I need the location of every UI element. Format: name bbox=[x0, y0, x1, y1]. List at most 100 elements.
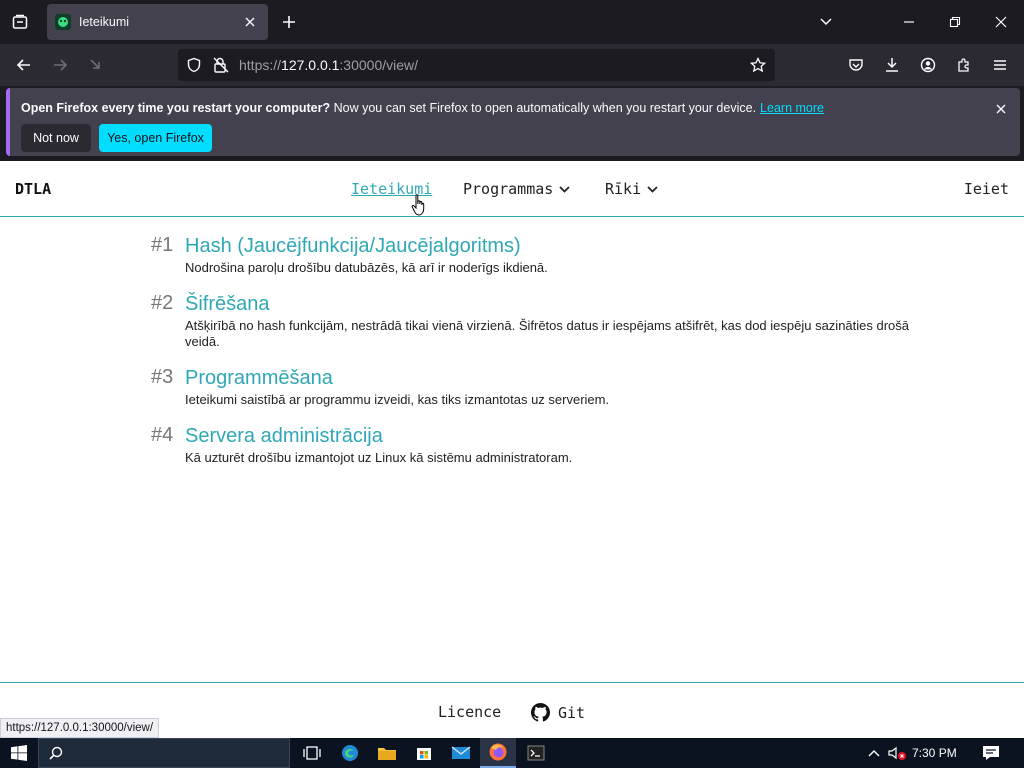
tabs-icon bbox=[12, 14, 28, 29]
hamburger-menu-icon bbox=[994, 60, 1006, 70]
learn-more-link[interactable]: Learn more bbox=[760, 101, 824, 115]
tab-active[interactable]: Ieteikumi bbox=[47, 4, 268, 40]
tab-strip: Ieteikumi bbox=[0, 0, 1024, 44]
item-description: Nodrošina paroļu drošību datubāzēs, kā a… bbox=[185, 260, 548, 275]
recommendations-list: #1 Hash (Jaucējfunkcija/Jaucējalgoritms)… bbox=[151, 234, 931, 482]
item-title-link[interactable]: Hash (Jaucējfunkcija/Jaucējalgoritms) bbox=[185, 234, 931, 258]
url-text[interactable]: https://127.0.0.1:30000/view/ bbox=[239, 57, 418, 73]
minimize-icon bbox=[904, 21, 914, 23]
taskbar-firefox[interactable] bbox=[480, 738, 516, 768]
store-icon bbox=[417, 748, 431, 760]
close-window-button[interactable] bbox=[978, 0, 1024, 44]
item-description: Kā uzturēt drošību izmantojot uz Linux k… bbox=[185, 450, 573, 465]
taskbar-mail[interactable] bbox=[443, 738, 479, 768]
taskbar-file-explorer[interactable] bbox=[369, 738, 405, 768]
windows-taskbar: 7:30 PM bbox=[0, 738, 1024, 768]
tab-list-button[interactable] bbox=[7, 9, 33, 35]
restore-icon bbox=[949, 16, 961, 28]
taskbar-clock[interactable]: 7:30 PM bbox=[912, 746, 957, 760]
downloads-button[interactable] bbox=[876, 49, 908, 81]
arrow-right-icon bbox=[54, 59, 68, 71]
windows-logo-icon bbox=[11, 745, 27, 761]
item-title-link[interactable]: Šifrēšana bbox=[185, 292, 931, 316]
close-icon bbox=[995, 16, 1007, 28]
forward-button[interactable] bbox=[44, 49, 76, 81]
item-number: #1 bbox=[151, 234, 174, 256]
insecure-lock-icon[interactable] bbox=[212, 56, 230, 74]
volume-button[interactable] bbox=[886, 738, 908, 768]
plus-icon bbox=[283, 16, 295, 28]
default-browser-notification: Open Firefox every time you restart your… bbox=[6, 88, 1020, 156]
page-viewport: DTLA Ieteikumi Programmas Rīki Ieiet #1 … bbox=[0, 161, 1024, 738]
notification-message: Open Firefox every time you restart your… bbox=[21, 101, 824, 115]
action-center-button[interactable] bbox=[978, 738, 1004, 768]
url-bar[interactable]: https://127.0.0.1:30000/view/ bbox=[178, 49, 775, 81]
menu-programmas[interactable]: Programmas bbox=[463, 180, 570, 198]
hand-cursor-icon bbox=[411, 194, 425, 216]
list-item: #2 Šifrēšana Atšķirībā no hash funkcijām… bbox=[151, 292, 931, 350]
taskbar-terminal[interactable] bbox=[518, 738, 554, 768]
account-button[interactable] bbox=[912, 49, 944, 81]
site-brand[interactable]: DTLA bbox=[15, 180, 51, 198]
chevron-down-icon bbox=[647, 185, 658, 193]
list-all-tabs-button[interactable] bbox=[803, 0, 849, 44]
download-icon bbox=[886, 58, 898, 72]
tab-close-icon[interactable] bbox=[240, 12, 260, 32]
new-tab-button[interactable] bbox=[276, 9, 302, 35]
site-favicon-icon bbox=[55, 14, 71, 30]
not-now-button[interactable]: Not now bbox=[21, 124, 91, 152]
github-icon bbox=[531, 703, 550, 722]
restore-button[interactable] bbox=[932, 0, 978, 44]
reload-icon bbox=[90, 59, 100, 69]
bookmark-star-icon[interactable] bbox=[750, 57, 766, 73]
search-icon bbox=[49, 746, 63, 760]
taskbar-store[interactable] bbox=[406, 738, 442, 768]
item-number: #2 bbox=[151, 292, 174, 314]
list-item: #3 Programmēšana Ieteikumi saistībā ar p… bbox=[151, 366, 931, 408]
item-description: Ieteikumi saistībā ar programmu izveidi,… bbox=[185, 392, 610, 407]
item-title-link[interactable]: Servera administrācija bbox=[185, 424, 931, 448]
task-view-button[interactable] bbox=[294, 738, 330, 768]
link-status-tooltip: https://127.0.0.1:30000/view/ bbox=[0, 718, 160, 738]
taskbar-search[interactable] bbox=[38, 738, 290, 768]
arrow-left-icon bbox=[16, 59, 30, 71]
task-view-icon bbox=[303, 746, 321, 760]
tray-overflow-button[interactable] bbox=[864, 738, 884, 768]
back-button[interactable] bbox=[8, 49, 40, 81]
open-firefox-button[interactable]: Yes, open Firefox bbox=[99, 124, 212, 152]
menu-riki[interactable]: Rīki bbox=[605, 180, 658, 198]
chevron-down-icon bbox=[820, 18, 832, 26]
login-link[interactable]: Ieiet bbox=[964, 180, 1009, 198]
item-title-link[interactable]: Programmēšana bbox=[185, 366, 931, 390]
start-button[interactable] bbox=[0, 738, 38, 768]
pocket-icon bbox=[849, 59, 863, 71]
item-description: Atšķirībā no hash funkcijām, nestrādā ti… bbox=[185, 318, 910, 349]
account-icon bbox=[920, 57, 936, 73]
minimize-button[interactable] bbox=[886, 0, 932, 44]
reload-button[interactable] bbox=[80, 49, 112, 81]
puzzle-icon bbox=[958, 58, 969, 72]
chevron-down-icon bbox=[559, 185, 570, 193]
item-number: #4 bbox=[151, 424, 174, 446]
site-header: DTLA Ieteikumi Programmas Rīki Ieiet bbox=[0, 161, 1024, 217]
git-link[interactable]: Git bbox=[531, 703, 585, 722]
tab-title: Ieteikumi bbox=[79, 15, 130, 29]
list-item: #4 Servera administrācija Kā uzturēt dro… bbox=[151, 424, 931, 466]
terminal-icon bbox=[527, 745, 545, 761]
pocket-button[interactable] bbox=[840, 49, 872, 81]
edge-icon bbox=[342, 745, 358, 761]
extensions-button[interactable] bbox=[948, 49, 980, 81]
notifications-icon bbox=[983, 746, 999, 760]
firefox-icon bbox=[489, 743, 507, 761]
app-menu-button[interactable] bbox=[984, 49, 1016, 81]
folder-icon bbox=[378, 748, 396, 760]
taskbar-edge[interactable] bbox=[332, 738, 368, 768]
licence-link[interactable]: Licence bbox=[438, 703, 501, 721]
shield-icon[interactable] bbox=[186, 57, 202, 73]
item-number: #3 bbox=[151, 366, 174, 388]
chevron-up-icon bbox=[868, 750, 880, 757]
list-item: #1 Hash (Jaucējfunkcija/Jaucējalgoritms)… bbox=[151, 234, 931, 276]
notification-close-icon[interactable] bbox=[990, 98, 1012, 120]
speaker-muted-icon bbox=[888, 746, 906, 760]
navigation-toolbar: https://127.0.0.1:30000/view/ bbox=[0, 44, 1024, 86]
